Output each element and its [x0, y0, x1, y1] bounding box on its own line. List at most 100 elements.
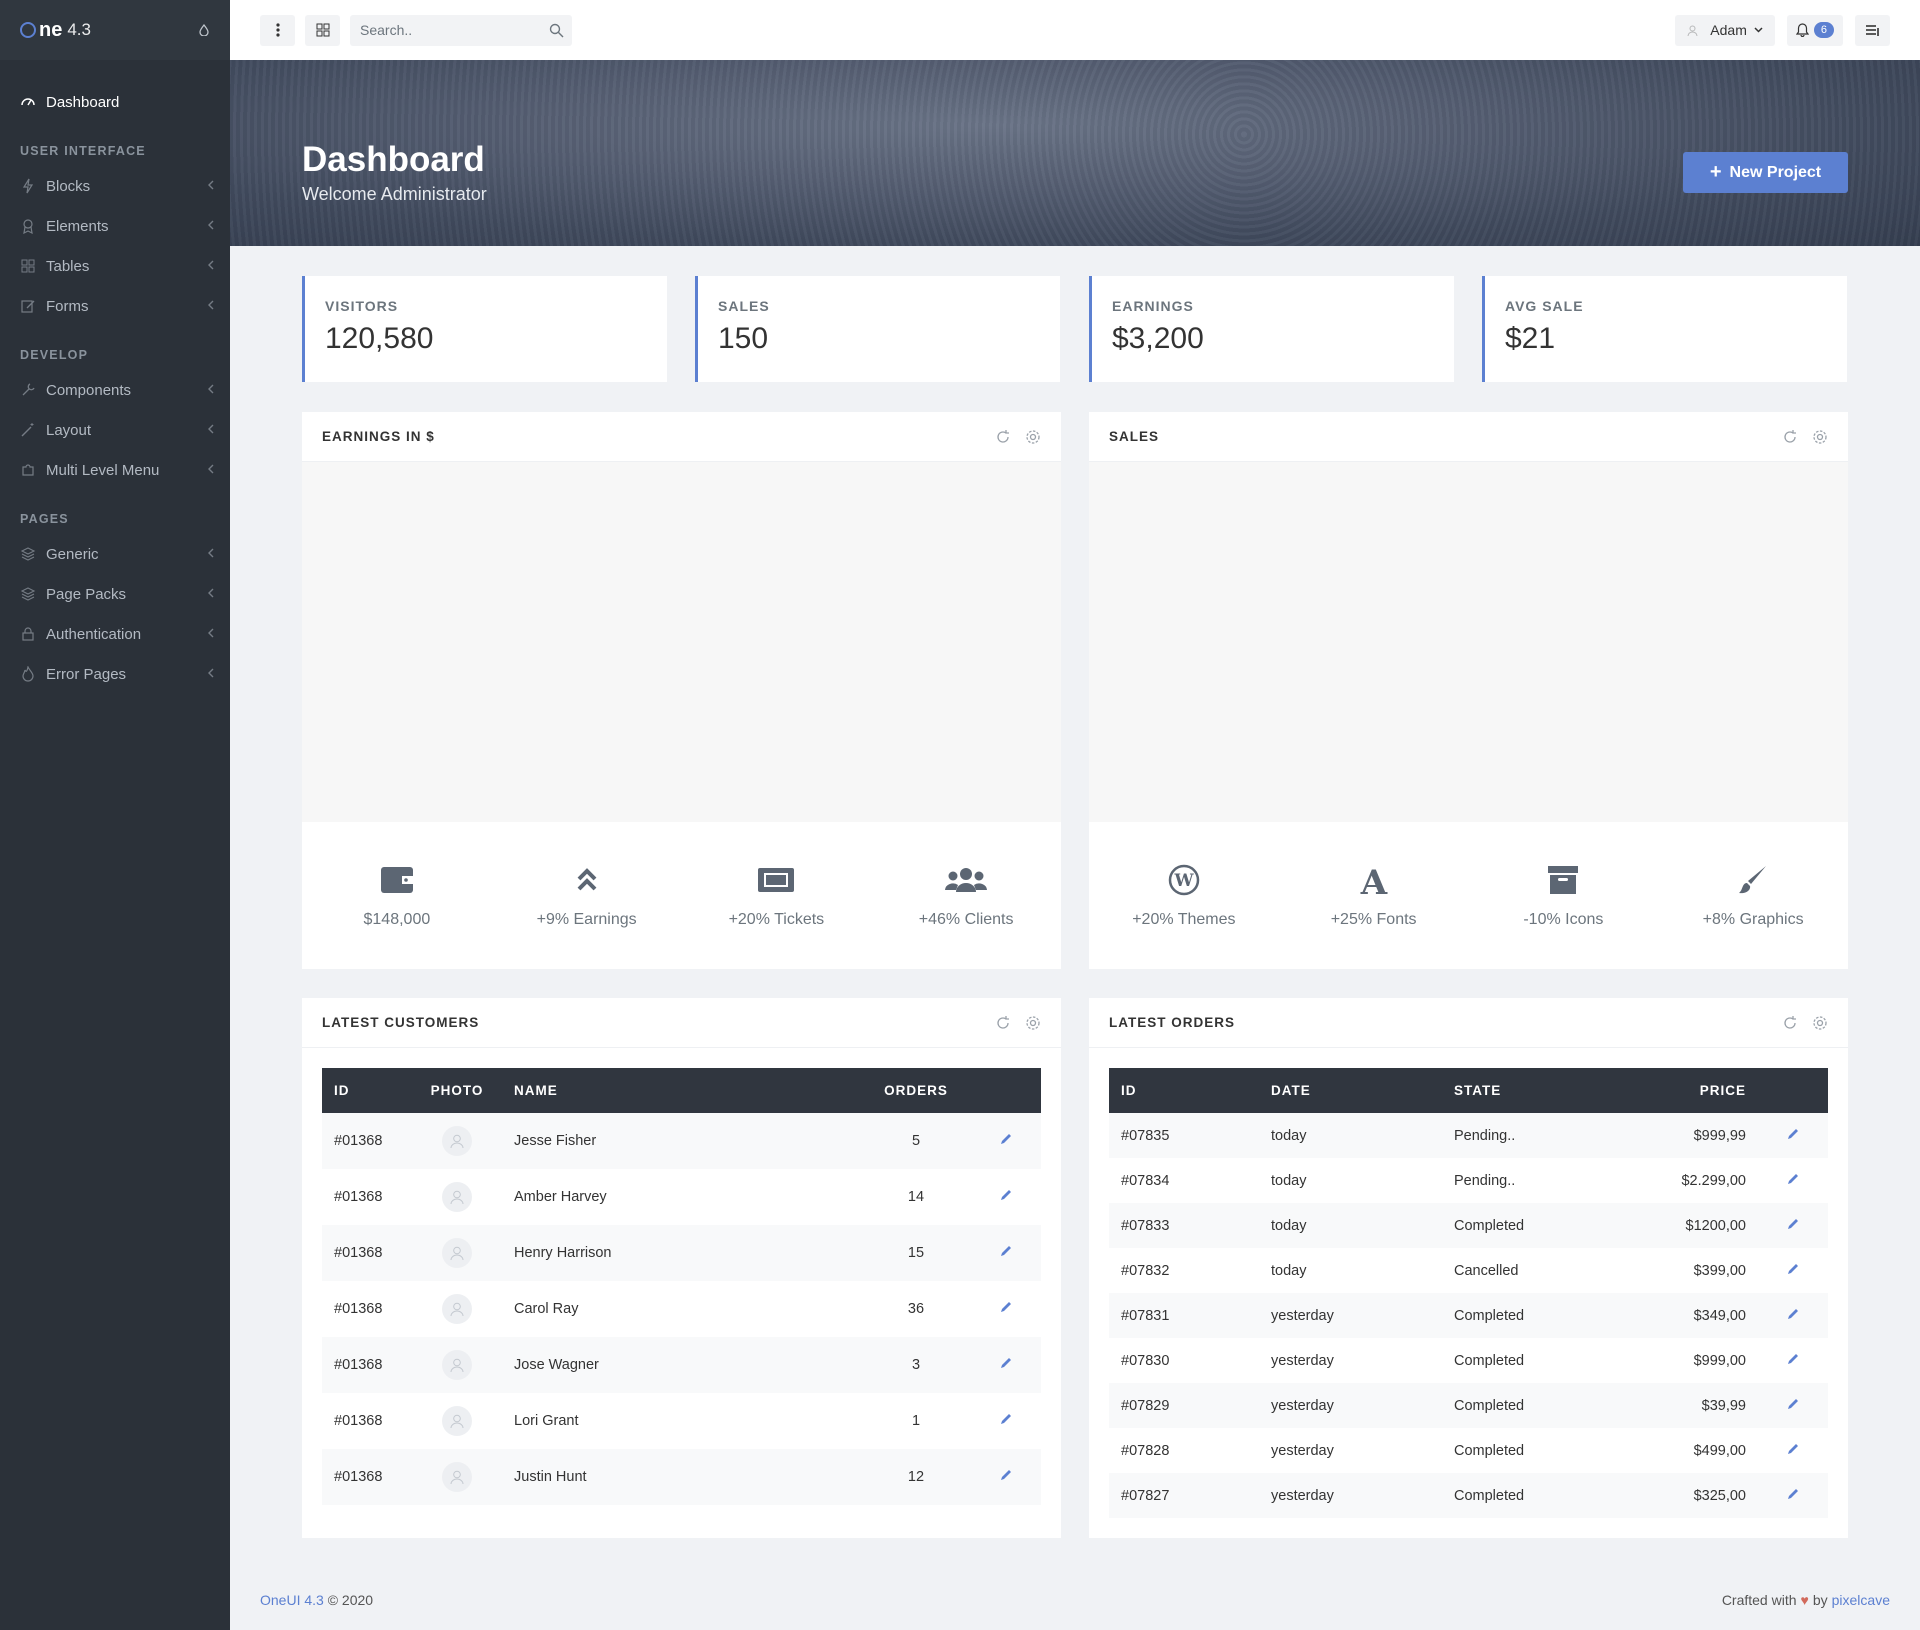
pencil-icon[interactable] — [1786, 1352, 1800, 1366]
new-project-label: New Project — [1729, 163, 1822, 181]
customer-orders[interactable]: 15 — [861, 1225, 971, 1281]
refresh-icon[interactable] — [995, 1015, 1011, 1031]
pencil-icon[interactable] — [1786, 1307, 1800, 1321]
sidebar-item-tables[interactable]: Tables — [0, 246, 230, 286]
gear-icon[interactable] — [1025, 1015, 1041, 1031]
order-id[interactable]: #07831 — [1109, 1293, 1259, 1338]
customer-name[interactable]: Lori Grant — [502, 1393, 861, 1449]
sidebar-item-authentication[interactable]: Authentication — [0, 614, 230, 654]
customer-name[interactable]: Jesse Fisher — [502, 1113, 861, 1169]
customer-orders[interactable]: 36 — [861, 1281, 971, 1337]
gear-icon[interactable] — [1812, 1015, 1828, 1031]
sidebar-item-components[interactable]: Components — [0, 370, 230, 410]
sidebar-item-elements[interactable]: Elements — [0, 206, 230, 246]
avatar — [442, 1406, 472, 1436]
customer-orders[interactable]: 5 — [861, 1113, 971, 1169]
topbar-right: Adam 6 — [1675, 14, 1890, 46]
block-header: Earnings in $ — [302, 412, 1061, 462]
stat-card-earnings[interactable]: Earnings $3,200 — [1089, 276, 1454, 382]
refresh-icon[interactable] — [1782, 429, 1798, 445]
theme-drop-icon[interactable] — [198, 24, 210, 36]
side-overlay-button[interactable] — [1855, 14, 1890, 46]
new-project-button[interactable]: + New Project — [1683, 152, 1848, 193]
block-header: Latest Orders — [1089, 998, 1848, 1048]
pencil-icon[interactable] — [1786, 1172, 1800, 1186]
order-id[interactable]: #07833 — [1109, 1203, 1259, 1248]
customer-orders[interactable]: 12 — [861, 1449, 971, 1505]
pencil-icon[interactable] — [1786, 1397, 1800, 1411]
stat-card-sales[interactable]: Sales 150 — [695, 276, 1060, 382]
stat-card-avg-sale[interactable]: Avg Sale $21 — [1482, 276, 1847, 382]
sidebar-item-layout[interactable]: Layout — [0, 410, 230, 450]
order-id[interactable]: #07827 — [1109, 1473, 1259, 1518]
search-input[interactable] — [360, 22, 540, 38]
customer-name[interactable]: Carol Ray — [502, 1281, 861, 1337]
apps-button[interactable] — [305, 14, 340, 46]
pencil-icon[interactable] — [1786, 1442, 1800, 1456]
metric-text: +20% Tickets — [728, 910, 825, 928]
wrench-icon — [20, 382, 36, 398]
customer-name[interactable]: Amber Harvey — [502, 1169, 861, 1225]
author-link[interactable]: pixelcave — [1832, 1592, 1890, 1608]
gear-icon[interactable] — [1812, 429, 1828, 445]
pencil-icon[interactable] — [999, 1356, 1013, 1370]
chevron-left-icon — [208, 384, 214, 394]
order-id[interactable]: #07835 — [1109, 1113, 1259, 1158]
pencil-icon[interactable] — [999, 1412, 1013, 1426]
orders-table-wrap: ID Date State Price #07835 today Pending… — [1089, 1048, 1848, 1518]
notifications-button[interactable]: 6 — [1786, 14, 1843, 46]
table-row: #01368 Justin Hunt 12 — [322, 1449, 1041, 1505]
pencil-icon[interactable] — [1786, 1262, 1800, 1276]
customer-name[interactable]: Justin Hunt — [502, 1449, 861, 1505]
energy-icon — [20, 178, 36, 194]
table-row: #07832 today Cancelled $399,00 — [1109, 1248, 1828, 1293]
column-header-actions — [971, 1068, 1041, 1113]
customers-table-wrap: ID Photo Name Orders #01368 Jesse Fisher… — [302, 1048, 1061, 1505]
customer-name[interactable]: Jose Wagner — [502, 1337, 861, 1393]
pencil-icon[interactable] — [999, 1132, 1013, 1146]
pencil-icon[interactable] — [999, 1244, 1013, 1258]
order-price: $399,00 — [1693, 1262, 1746, 1279]
order-id[interactable]: #07834 — [1109, 1158, 1259, 1203]
customer-name[interactable]: Henry Harrison — [502, 1225, 861, 1281]
order-id[interactable]: #07828 — [1109, 1428, 1259, 1473]
order-state: Completed — [1454, 1442, 1525, 1459]
column-header-date: Date — [1259, 1068, 1442, 1113]
pencil-icon[interactable] — [1786, 1127, 1800, 1141]
order-id[interactable]: #07829 — [1109, 1383, 1259, 1428]
sales-chart-area — [1089, 462, 1848, 822]
metric-item: $148,000 — [302, 863, 492, 929]
gear-icon[interactable] — [1025, 429, 1041, 445]
pencil-icon[interactable] — [999, 1188, 1013, 1202]
customer-id: #01368 — [322, 1113, 412, 1169]
pencil-icon[interactable] — [1786, 1487, 1800, 1501]
user-dropdown-button[interactable]: Adam — [1675, 14, 1775, 46]
chevron-left-icon — [208, 464, 214, 474]
customer-orders[interactable]: 3 — [861, 1337, 971, 1393]
search-icon[interactable] — [549, 23, 564, 38]
order-id[interactable]: #07832 — [1109, 1248, 1259, 1293]
brand-logo[interactable]: ne 4.3 — [20, 19, 91, 42]
pencil-icon[interactable] — [1786, 1217, 1800, 1231]
orders-table-body: #07835 today Pending.. $999,99 #07834 to… — [1109, 1113, 1828, 1518]
customer-orders[interactable]: 1 — [861, 1393, 971, 1449]
refresh-icon[interactable] — [995, 429, 1011, 445]
sidebar-item-error-pages[interactable]: Error Pages — [0, 654, 230, 694]
table-row: #07833 today Completed $1200,00 — [1109, 1203, 1828, 1248]
sidebar-item-generic[interactable]: Generic — [0, 534, 230, 574]
refresh-icon[interactable] — [1782, 1015, 1798, 1031]
metric-text: $148,000 — [363, 910, 431, 928]
product-link[interactable]: OneUI 4.3 — [260, 1592, 324, 1608]
sidebar-item-blocks[interactable]: Blocks — [0, 166, 230, 206]
customer-orders[interactable]: 14 — [861, 1169, 971, 1225]
page-subtitle: Welcome Administrator — [302, 184, 487, 204]
sidebar-item-dashboard[interactable]: Dashboard — [0, 82, 230, 122]
pencil-icon[interactable] — [999, 1468, 1013, 1482]
sidebar-item-forms[interactable]: Forms — [0, 286, 230, 326]
pencil-icon[interactable] — [999, 1300, 1013, 1314]
sidebar-item-page-packs[interactable]: Page Packs — [0, 574, 230, 614]
stat-card-visitors[interactable]: Visitors 120,580 — [302, 276, 667, 382]
sidebar-toggle-button[interactable] — [260, 14, 295, 46]
sidebar-item-multi-level-menu[interactable]: Multi Level Menu — [0, 450, 230, 490]
order-id[interactable]: #07830 — [1109, 1338, 1259, 1383]
